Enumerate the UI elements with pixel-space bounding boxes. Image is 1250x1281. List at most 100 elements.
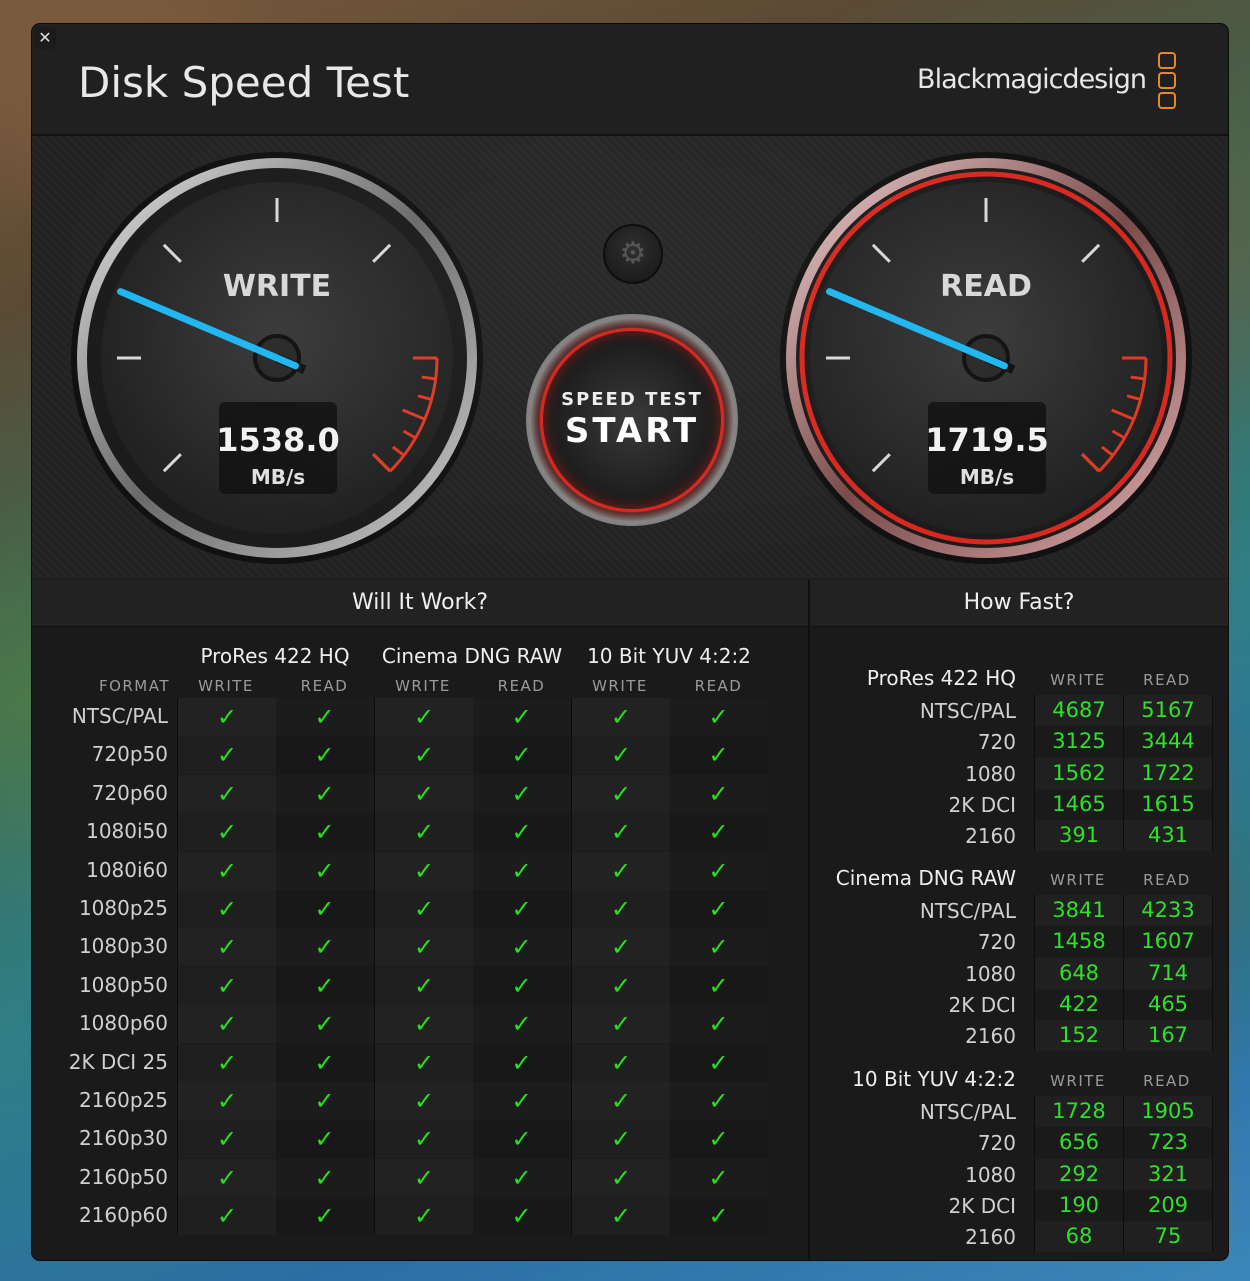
- how-fast-read-value: 1905: [1123, 1096, 1213, 1127]
- check-icon: ✓: [374, 1120, 473, 1159]
- check-icon: ✓: [669, 928, 768, 967]
- how-fast-read-header: READ: [1143, 671, 1191, 689]
- check-icon: ✓: [472, 1005, 571, 1044]
- how-fast-write-value: 391: [1034, 820, 1123, 852]
- read-speed-value: 1719.5: [925, 421, 1048, 459]
- check-icon: ✓: [177, 1082, 276, 1120]
- how-fast-read-value: 431: [1123, 820, 1213, 852]
- format-label: 1080i60: [86, 857, 168, 882]
- how-fast-row-label: NTSC/PAL: [919, 1100, 1016, 1124]
- gauge-needle-tail: [275, 353, 307, 374]
- speed-test-start-button[interactable]: SPEED TEST START: [526, 314, 738, 526]
- how-fast-group-title: 10 Bit YUV 4:2:2: [852, 1067, 1016, 1091]
- write-gauge: WRITE 1538.0 MB/s: [71, 152, 483, 564]
- write-gauge-label: WRITE: [223, 269, 331, 304]
- gauge-panel: WRITE 1538.0 MB/s READ 1719.5 MB/s ⚙ SPE…: [32, 136, 1228, 578]
- check-icon: ✓: [571, 736, 670, 775]
- how-fast-write-value: 292: [1034, 1158, 1123, 1190]
- how-fast-title: How Fast?: [810, 580, 1228, 627]
- check-icon: ✓: [472, 774, 571, 813]
- how-fast-group-title: Cinema DNG RAW: [835, 866, 1016, 890]
- how-fast-write-value: 68: [1034, 1221, 1123, 1253]
- check-icon: ✓: [275, 1197, 374, 1236]
- format-label: 1080i50: [86, 819, 168, 844]
- how-fast-row-label: 2K DCI: [948, 1193, 1016, 1218]
- gauge-red-tick: [1100, 445, 1114, 457]
- how-fast-row-label: 2160: [965, 1225, 1016, 1250]
- how-fast-row-label: 2160: [965, 1024, 1016, 1049]
- check-icon: ✓: [669, 851, 768, 890]
- how-fast-row-label: NTSC/PAL: [919, 699, 1016, 723]
- read-speed-unit: MB/s: [960, 465, 1014, 489]
- subcolumn-header: WRITE: [395, 677, 451, 695]
- gauge-hub: [962, 334, 1010, 382]
- gauge-red-tick: [1081, 453, 1101, 473]
- how-fast-panel: How Fast? ProRes 422 HQ WRITE READ NTSC/PAL…: [810, 580, 1228, 1260]
- gauge-red-tick: [1111, 408, 1135, 421]
- start-button-label: START: [564, 411, 700, 451]
- how-fast-read-header: READ: [1143, 1072, 1191, 1090]
- how-fast-read-header: READ: [1143, 871, 1191, 889]
- check-icon: ✓: [669, 698, 768, 736]
- check-icon: ✓: [571, 1005, 670, 1044]
- group-header: Cinema DNG RAW: [381, 644, 563, 668]
- subcolumn-header: WRITE: [198, 677, 254, 695]
- start-button-face[interactable]: SPEED TEST START: [540, 328, 724, 512]
- gauge-major-tick: [1081, 453, 1101, 473]
- how-fast-row-label: 2160: [965, 824, 1016, 849]
- check-icon: ✓: [571, 890, 670, 928]
- how-fast-row-label: 1080: [965, 1162, 1016, 1187]
- subcolumn-header: READ: [694, 677, 743, 695]
- check-icon: ✓: [472, 736, 571, 775]
- subcolumn-header: READ: [300, 677, 349, 695]
- how-fast-row-label: NTSC/PAL: [919, 899, 1016, 923]
- check-icon: ✓: [472, 966, 571, 1005]
- gauge-red-zone: [1098, 357, 1148, 473]
- group-header: ProRes 422 HQ: [200, 644, 350, 668]
- check-icon: ✓: [472, 890, 571, 928]
- check-icon: ✓: [374, 774, 473, 813]
- gauge-red-tick: [1126, 394, 1141, 401]
- check-icon: ✓: [472, 1043, 571, 1082]
- how-fast-read-value: 465: [1123, 988, 1213, 1020]
- how-fast-read-value: 167: [1123, 1020, 1213, 1052]
- check-icon: ✓: [669, 1158, 768, 1197]
- check-icon: ✓: [177, 813, 276, 852]
- subcolumn-header: WRITE: [592, 677, 648, 695]
- check-icon: ✓: [177, 1197, 276, 1236]
- check-icon: ✓: [177, 966, 276, 1005]
- gauge-major-tick: [162, 453, 182, 473]
- how-fast-row-label: 720: [977, 930, 1016, 955]
- check-icon: ✓: [669, 1120, 768, 1159]
- format-label: 2160p60: [78, 1203, 168, 1228]
- how-fast-read-value: 4233: [1123, 895, 1213, 926]
- check-icon: ✓: [275, 698, 374, 736]
- gauge-red-tick: [391, 445, 405, 457]
- gauge-red-tick: [1111, 429, 1126, 440]
- gear-icon[interactable]: ⚙: [603, 224, 663, 284]
- check-icon: ✓: [374, 1197, 473, 1236]
- format-label: 2160p50: [78, 1164, 168, 1189]
- subcolumn-header: READ: [497, 677, 546, 695]
- gauge-major-tick: [372, 243, 392, 263]
- check-icon: ✓: [374, 736, 473, 775]
- check-icon: ✓: [374, 698, 473, 736]
- how-fast-row-label: 1080: [965, 761, 1016, 786]
- check-icon: ✓: [472, 698, 571, 736]
- how-fast-write-value: 656: [1034, 1127, 1123, 1159]
- check-icon: ✓: [571, 928, 670, 967]
- check-icon: ✓: [374, 1158, 473, 1197]
- how-fast-write-value: 152: [1034, 1020, 1123, 1052]
- how-fast-write-header: WRITE: [1050, 671, 1106, 689]
- check-icon: ✓: [177, 851, 276, 890]
- check-icon: ✓: [275, 1120, 374, 1159]
- check-icon: ✓: [374, 813, 473, 852]
- check-icon: ✓: [177, 1005, 276, 1044]
- how-fast-write-value: 3841: [1034, 895, 1123, 926]
- gauge-major-tick: [871, 243, 891, 263]
- close-button[interactable]: ✕: [34, 27, 56, 49]
- check-icon: ✓: [669, 813, 768, 852]
- format-label: 2K DCI 25: [68, 1049, 168, 1074]
- check-icon: ✓: [177, 1158, 276, 1197]
- check-icon: ✓: [571, 813, 670, 852]
